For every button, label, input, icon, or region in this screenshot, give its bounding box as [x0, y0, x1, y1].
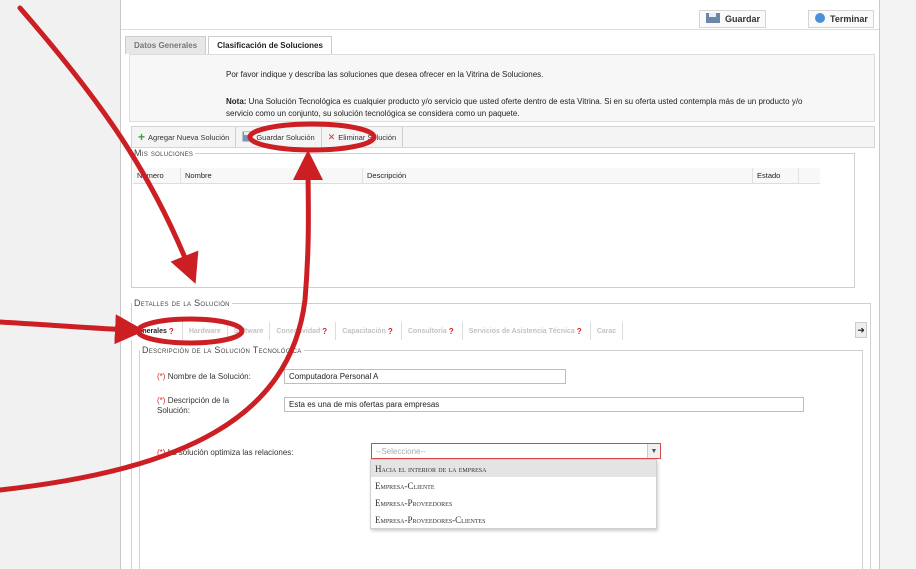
option-interior[interactable]: Hacia el interior de la empresa — [371, 460, 656, 477]
tab-carac-label: Carac — [596, 327, 617, 335]
solutions-grid-header: Número Nombre Descripción Estado — [133, 168, 820, 184]
tab-hardware[interactable]: Hardware — [183, 322, 228, 340]
col-numero[interactable]: Número — [133, 168, 181, 183]
add-solution-label: Agregar Nueva Solución — [148, 132, 230, 142]
required-mark: (*) — [157, 372, 166, 381]
save-solution-label: Guardar Solución — [256, 132, 315, 142]
descripcion-label-line2: Solución: — [157, 406, 190, 415]
optimiza-label: (*) La solución optimiza las relaciones: — [157, 448, 294, 457]
chevron-down-icon[interactable]: ▼ — [647, 444, 660, 458]
intro-panel: Por favor indique y describa las solucio… — [129, 54, 875, 122]
terminar-button[interactable]: Terminar — [808, 10, 874, 28]
tab-capacitacion[interactable]: Capacitación? — [336, 322, 402, 340]
col-estado[interactable]: Estado — [753, 168, 799, 183]
tab-servicios-label: Servicios de Asistencia Técnica — [468, 327, 575, 335]
help-icon: ? — [322, 326, 328, 336]
detalles-legend: Detalles de la Solución — [134, 298, 230, 308]
note-label: Nota: — [226, 97, 247, 106]
floppy-icon — [242, 131, 253, 144]
descripcion-input[interactable]: Esta es una de mis ofertas para empresas — [284, 397, 804, 412]
nombre-label: (*) Nombre de la Solución: — [157, 372, 251, 381]
tab-servicios-asistencia[interactable]: Servicios de Asistencia Técnica? — [463, 322, 591, 340]
arrow-to-generales — [0, 314, 145, 345]
col-nombre[interactable]: Nombre — [181, 168, 363, 183]
help-icon: ? — [576, 326, 582, 336]
tab-generales[interactable]: Generales? — [127, 322, 183, 340]
select-value: --Seleccione-- — [376, 446, 426, 456]
detail-tabs: Generales? Hardware Software Conectivida… — [127, 321, 867, 341]
solutions-toolbar: + Agregar Nueva Solución Guardar Solució… — [131, 126, 875, 148]
tab-datos-generales[interactable]: Datos Generales — [125, 36, 207, 54]
tab-capacitacion-label: Capacitación — [342, 327, 386, 335]
relaciones-select[interactable]: --Seleccione-- ▼ — [371, 443, 661, 459]
tab-consultoria[interactable]: Consultoría? — [402, 322, 463, 340]
mis-soluciones-legend: Mis soluciones — [134, 148, 194, 158]
save-icon — [705, 12, 721, 26]
descripcion-label: (*) Descripción de la Solución: — [157, 396, 229, 416]
guardar-label: Guardar — [725, 14, 761, 24]
col-descripcion[interactable]: Descripción — [363, 168, 753, 183]
tab-conectividad[interactable]: Conectividad? — [270, 322, 337, 340]
tab-clasificacion-soluciones[interactable]: Clasificación de Soluciones — [208, 36, 332, 54]
help-icon: ? — [168, 326, 174, 336]
option-empresa-proveedores-clientes[interactable]: Empresa-Proveedores-Clientes — [371, 511, 656, 528]
guardar-button[interactable]: Guardar — [699, 10, 767, 28]
note-text: Nota: Una Solución Tecnológica es cualqu… — [226, 96, 826, 120]
relaciones-dropdown: Hacia el interior de la empresa Empresa-… — [370, 459, 657, 529]
add-solution-button[interactable]: + Agregar Nueva Solución — [132, 127, 237, 147]
plus-icon: + — [138, 130, 146, 144]
required-mark: (*) — [157, 396, 166, 405]
note-body: Una Solución Tecnológica es cualquier pr… — [226, 97, 803, 118]
delete-solution-label: Eliminar Solución — [338, 132, 397, 142]
option-empresa-cliente[interactable]: Empresa-Cliente — [371, 477, 656, 494]
mis-soluciones-panel: Mis soluciones Número Nombre Descripción… — [131, 148, 855, 288]
exit-icon — [814, 12, 826, 26]
nombre-input[interactable]: Computadora Personal A — [284, 369, 566, 384]
tabs-scroll-right-icon[interactable]: ➜ — [855, 322, 867, 338]
delete-solution-button[interactable]: ✕ Eliminar Solución — [322, 127, 404, 147]
descripcion-legend: Descripción de la Solución Tecnológica — [142, 345, 302, 355]
intro-text: Por favor indique y describa las solucio… — [226, 70, 544, 79]
tab-conectividad-label: Conectividad — [276, 327, 321, 335]
main-tabs: Datos Generales Clasificación de Solucio… — [125, 36, 332, 54]
save-solution-button[interactable]: Guardar Solución — [236, 127, 322, 147]
tab-caracteristicas[interactable]: Carac — [591, 322, 624, 340]
right-gutter — [880, 0, 916, 569]
optimiza-label-text: La solución optimiza las relaciones: — [167, 448, 294, 457]
option-empresa-proveedores[interactable]: Empresa-Proveedores — [371, 494, 656, 511]
tab-software-label: Software — [233, 327, 264, 335]
help-icon: ? — [387, 326, 393, 336]
tab-software[interactable]: Software — [228, 322, 271, 340]
help-icon: ? — [448, 326, 454, 336]
nombre-label-text: Nombre de la Solución: — [167, 372, 251, 381]
delete-icon: ✕ — [327, 131, 336, 142]
top-toolbar: Guardar Terminar — [121, 8, 879, 30]
tab-consultoria-label: Consultoría — [407, 327, 447, 335]
tab-hardware-label: Hardware — [188, 327, 221, 335]
terminar-label: Terminar — [830, 14, 868, 24]
required-mark: (*) — [157, 448, 166, 457]
tab-generales-label: Generales — [133, 327, 167, 335]
descripcion-label-line1: Descripción de la — [167, 396, 230, 405]
